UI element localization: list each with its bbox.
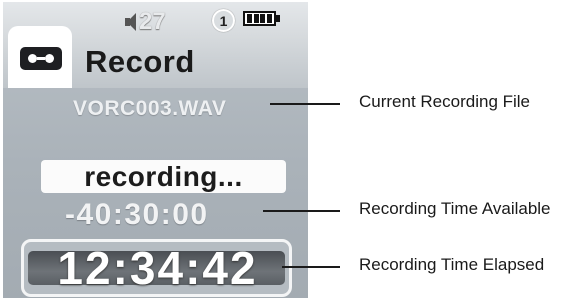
callout-label-file: Current Recording File [359, 92, 531, 111]
time-available: -40:30:00 [65, 198, 209, 231]
volume-indicator: 27 [125, 8, 166, 36]
battery-icon [243, 11, 276, 26]
record-mode-tile [8, 26, 72, 88]
current-file-name: VORC003.WAV [73, 97, 227, 120]
callout-label-elapsed: Recording Time Elapsed [359, 255, 545, 274]
page-title: Record [85, 44, 195, 79]
callout-line-elapsed [282, 266, 340, 268]
callout-label-available: Recording Time Available [359, 199, 551, 218]
callout-line-file [270, 103, 340, 105]
volume-level: 27 [139, 8, 166, 35]
time-elapsed: 12:34:42 [57, 242, 258, 294]
recording-status: recording... [84, 160, 243, 192]
recording-status-box: recording... [41, 160, 286, 193]
callout-line-available [263, 210, 340, 212]
timer-icon: 1 [212, 9, 235, 32]
device-screen: Record 27 1 VORC003.WAV recording... -40… [3, 2, 308, 298]
cassette-icon [20, 47, 62, 70]
